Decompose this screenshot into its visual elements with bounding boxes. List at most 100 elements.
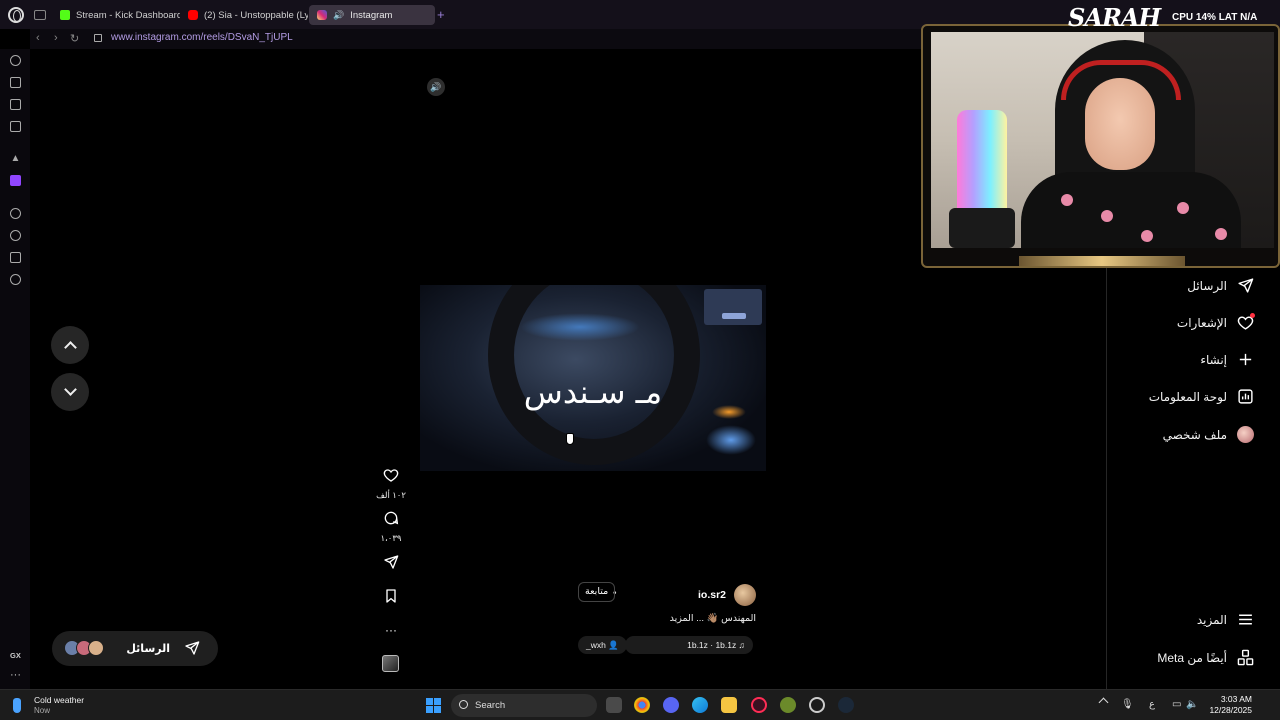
person-icon: 👤: [608, 640, 619, 650]
gx-control-icon[interactable]: [10, 55, 21, 66]
nav-profile[interactable]: ملف شخصي: [1163, 426, 1254, 443]
clock-time[interactable]: 3:03 AM: [1210, 694, 1252, 704]
reel-player[interactable]: 🔊 مـ سـندس io.sr2 • متابعة المهندس 👋🏽 ..…: [420, 70, 766, 688]
browser-sidebar: ▲ GX ···: [0, 49, 30, 689]
reload-icon[interactable]: ↻: [70, 32, 79, 45]
chrome-icon[interactable]: [634, 697, 650, 713]
like-button[interactable]: ١٠٢ ألف: [373, 467, 409, 501]
nav-more[interactable]: المزيد: [1197, 611, 1254, 628]
discord-icon[interactable]: [663, 697, 679, 713]
audio-thumbnail[interactable]: [382, 655, 399, 672]
gx-corner-icon[interactable]: [10, 77, 21, 88]
windows-taskbar: Cold weather Now Search 🎙 ع ▭ 🔈 3:03 AM …: [0, 689, 1280, 720]
weather-title[interactable]: Cold weather: [34, 695, 84, 705]
nav-notifications[interactable]: الإشعارات: [1177, 313, 1255, 331]
tagged-user-pill[interactable]: _wxh 👤: [578, 636, 627, 654]
extensions-icon[interactable]: [10, 252, 21, 263]
reel-username[interactable]: io.sr2: [698, 589, 726, 601]
ambient-light: [706, 425, 756, 455]
news-icon[interactable]: [10, 99, 21, 110]
audio-label: 1b.1z · 1b.1z: [687, 640, 737, 650]
nav-label: أيضًا من Meta: [1157, 650, 1227, 665]
more-options-icon[interactable]: ···: [373, 623, 409, 637]
gx-label[interactable]: GX: [10, 651, 21, 660]
messages-pill[interactable]: الرسائل: [52, 631, 218, 666]
edge-icon[interactable]: [692, 697, 708, 713]
tab-label: Instagram: [350, 9, 393, 21]
menu-icon: [1239, 614, 1252, 625]
volume-icon[interactable]: 🔈: [1186, 699, 1198, 710]
twitch-icon[interactable]: [10, 175, 21, 186]
tray-overflow-icon[interactable]: [1098, 697, 1109, 708]
flower-pattern: [1061, 194, 1073, 206]
clock-date[interactable]: 12/28/2025: [1200, 705, 1252, 715]
task-view-icon[interactable]: [606, 697, 622, 713]
url-field[interactable]: www.instagram.com/reels/DSvaN_TjUPL: [111, 32, 293, 43]
mute-toggle-icon[interactable]: 🔊: [427, 78, 445, 96]
comment-icon: [384, 511, 399, 525]
nav-also-from-meta[interactable]: أيضًا من Meta: [1157, 649, 1254, 666]
headset: [1061, 60, 1181, 100]
flower-pattern: [1101, 210, 1113, 222]
reel-video[interactable]: مـ سـندس: [420, 285, 766, 471]
heart-icon: [1237, 313, 1255, 331]
plus-icon: [1239, 353, 1252, 366]
youtube-icon: [188, 10, 198, 20]
opera-gx-logo-icon[interactable]: [8, 7, 24, 23]
microphone-icon[interactable]: 🎙: [1121, 699, 1134, 710]
new-tab-button[interactable]: +: [437, 7, 445, 22]
tab-youtube-sia[interactable]: (2) Sia - Unstoppable (Ly: [180, 5, 308, 25]
app-icon[interactable]: [780, 697, 796, 713]
nav-dashboard[interactable]: لوحة المعلومات: [1149, 388, 1254, 405]
tab-kick-dashboard[interactable]: Stream - Kick Dashboard: [52, 5, 180, 25]
audio-pill[interactable]: 1b.1z · 1b.1z ♫: [625, 636, 753, 654]
obs-icon[interactable]: [809, 697, 825, 713]
tagged-user-label: _wxh: [586, 640, 606, 650]
avatar[interactable]: [734, 584, 756, 606]
tab-overview-icon[interactable]: [34, 10, 46, 20]
opera-gx-icon[interactable]: [751, 697, 767, 713]
messenger-icon[interactable]: [10, 121, 21, 132]
nav-label: ملف شخصي: [1162, 427, 1227, 442]
nav-create[interactable]: إنشاء: [1200, 351, 1254, 368]
follow-button[interactable]: متابعة: [578, 582, 616, 602]
tab-instagram[interactable]: 🔊 Instagram: [309, 5, 435, 25]
save-button[interactable]: [373, 588, 409, 609]
network-icon[interactable]: ▭: [1172, 699, 1181, 710]
instagram-icon: [317, 10, 327, 20]
next-reel-button[interactable]: [51, 373, 89, 411]
nav-messages[interactable]: الرسائل: [1187, 277, 1254, 294]
heart-icon: [383, 469, 399, 482]
language-indicator[interactable]: ع: [1149, 699, 1155, 710]
avatar: [88, 640, 104, 656]
back-icon[interactable]: ‹: [36, 32, 40, 44]
search-label: Search: [475, 700, 506, 711]
thermometer-icon[interactable]: [13, 698, 21, 713]
aria-icon[interactable]: ▲: [10, 153, 21, 164]
tab-label: (2) Sia - Unstoppable (Ly: [204, 9, 308, 21]
tab-audio-icon[interactable]: 🔊: [333, 10, 344, 21]
lock-icon: [94, 34, 102, 42]
streamer-logo: SARAH: [1068, 3, 1161, 32]
taskbar-search[interactable]: Search: [451, 694, 597, 717]
flower-pattern: [1177, 202, 1189, 214]
rgb-microphone: [957, 110, 1007, 216]
nav-label: الرسائل: [1187, 278, 1227, 293]
dm-avatars: [64, 640, 108, 657]
comment-button[interactable]: ١،٠٣٩: [373, 510, 409, 544]
share-button[interactable]: [373, 554, 409, 575]
search-icon: [459, 700, 468, 709]
player-icon[interactable]: [10, 208, 21, 219]
sidebar-more-icon[interactable]: ···: [10, 669, 21, 681]
forward-icon[interactable]: ›: [54, 32, 58, 44]
file-explorer-icon[interactable]: [721, 697, 737, 713]
reel-caption[interactable]: المهندس 👋🏽 ... المزيد: [670, 613, 756, 624]
previous-reel-button[interactable]: [51, 326, 89, 364]
history-icon[interactable]: [10, 230, 21, 241]
windows-start-icon[interactable]: [426, 698, 441, 713]
comment-count: ١،٠٣٩: [380, 533, 402, 543]
settings-icon[interactable]: [10, 274, 21, 285]
steam-icon[interactable]: [838, 697, 854, 713]
weather-subtitle: Now: [34, 706, 51, 715]
chart-icon: [1238, 389, 1253, 404]
